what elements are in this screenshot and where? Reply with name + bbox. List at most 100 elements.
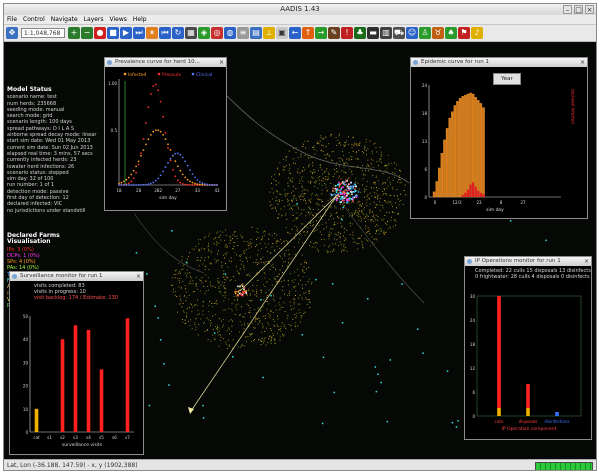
surveillance-panel-titlebar[interactable]: Surveillance monitor for run 1 × — [10, 272, 143, 281]
epidemic-panel[interactable]: Epidemic curve for run 1 × Year 24 18 13 6 0… — [410, 57, 588, 219]
declared-farm-label: DCPs: — [7, 252, 24, 259]
globe-icon[interactable]: ◍ — [224, 27, 236, 39]
farm-dot — [256, 295, 258, 297]
farm-dot — [296, 199, 297, 201]
farm-dot — [315, 242, 317, 243]
menu-file[interactable]: File — [7, 15, 17, 24]
zoom-out-icon[interactable]: − — [81, 27, 93, 39]
tree-icon[interactable]: ♣ — [354, 27, 366, 39]
minimize-button[interactable]: – — [563, 5, 572, 14]
prevalence-panel-titlebar[interactable]: Prevalence curve for herd 10... × — [105, 58, 226, 67]
farm-dot — [393, 195, 395, 197]
rewind-icon[interactable]: ⏮ — [159, 27, 171, 39]
ruler-icon[interactable]: ⟂ — [263, 27, 275, 39]
farm-dot — [188, 306, 190, 308]
forward-icon[interactable]: → — [315, 27, 327, 39]
farm-dot — [179, 278, 181, 279]
epidemic-year-button[interactable]: Year — [493, 73, 521, 85]
target-icon[interactable]: ◎ — [211, 27, 223, 39]
play-icon[interactable]: ▶ — [120, 27, 132, 39]
zoom-input[interactable]: 1:1,048,768 — [21, 28, 65, 38]
person-icon[interactable]: ☺ — [406, 27, 418, 39]
x-tick-label: 18 — [116, 188, 122, 193]
leaf-icon[interactable]: ♠ — [445, 27, 457, 39]
infected-farm-dot — [332, 187, 334, 189]
refresh-icon[interactable]: ↻ — [172, 27, 184, 39]
map-icon[interactable]: ◈ — [198, 27, 210, 39]
farm-dot — [302, 170, 304, 172]
menu-navigate[interactable]: Navigate — [51, 15, 78, 24]
farm-dot — [196, 259, 198, 261]
tools-icon[interactable]: ✎ — [328, 27, 340, 39]
pause-icon[interactable]: ⏸ — [146, 27, 158, 39]
farm-dot — [204, 257, 206, 259]
curve-point — [162, 170, 164, 173]
farm-dot — [379, 201, 380, 203]
farm-dot — [233, 242, 235, 244]
zoom-in-icon[interactable]: + — [68, 27, 80, 39]
layers-icon[interactable]: ≡ — [237, 27, 249, 39]
record-icon[interactable]: ● — [94, 27, 106, 39]
grid-icon[interactable]: ▦ — [185, 27, 197, 39]
farm-dot — [350, 156, 352, 157]
farm-dot — [362, 212, 364, 214]
ip-operations-panel[interactable]: IP Operations monitor for run 1 × Comple… — [464, 256, 592, 440]
close-icon[interactable]: × — [136, 272, 141, 281]
farm-dot — [194, 304, 196, 305]
maximize-button[interactable]: □ — [574, 5, 583, 14]
farm-dot — [223, 292, 225, 293]
close-icon[interactable]: × — [580, 58, 585, 67]
menu-control[interactable]: Control — [23, 15, 45, 24]
farm-dot — [304, 198, 305, 200]
epidemic-bar — [477, 100, 480, 198]
menu-layers[interactable]: Layers — [84, 15, 104, 24]
y-tick-label: 0.5 — [111, 128, 118, 133]
menu-help[interactable]: Help — [133, 15, 147, 24]
close-icon[interactable]: × — [219, 58, 224, 67]
farm-dot — [297, 303, 299, 305]
back-icon[interactable]: ← — [289, 27, 301, 39]
farm-dot — [369, 140, 371, 142]
step-icon[interactable]: ⏭ — [133, 27, 145, 39]
calendar-icon[interactable]: ▥ — [380, 27, 392, 39]
vehicle-icon[interactable]: ▬ — [367, 27, 379, 39]
farm-dot — [274, 206, 276, 208]
up-icon[interactable]: ↑ — [302, 27, 314, 39]
farm-dot — [206, 330, 208, 332]
close-icon[interactable]: × — [584, 257, 589, 266]
select-tool-icon[interactable]: ✥ — [6, 27, 18, 39]
farm-dot — [326, 252, 328, 253]
curve-point — [159, 130, 162, 133]
farm-dot — [228, 327, 230, 329]
curve-point — [174, 175, 177, 178]
prevalence-panel[interactable]: Prevalence curve for herd 10... × Infect… — [104, 57, 227, 211]
epidemic-panel-titlebar[interactable]: Epidemic curve for run 1 × — [411, 58, 587, 67]
surveillance-panel[interactable]: Surveillance monitor for run 1 × visits … — [9, 271, 144, 455]
alert-icon[interactable]: ! — [341, 27, 353, 39]
walk-icon[interactable]: ♙ — [419, 27, 431, 39]
flag-icon[interactable]: ⚑ — [458, 27, 470, 39]
cattle-icon[interactable]: ♉ — [432, 27, 444, 39]
curve-point — [196, 183, 199, 185]
ip-operations-panel-titlebar[interactable]: IP Operations monitor for run 1 × — [465, 257, 591, 266]
farm-dot — [228, 345, 230, 347]
farm-dot — [331, 151, 333, 153]
truck-icon[interactable]: ⛟ — [393, 27, 405, 39]
farm-dot — [376, 239, 378, 241]
farm-dot — [343, 162, 344, 164]
farm-dot — [337, 171, 339, 173]
stop-icon[interactable]: ■ — [107, 27, 119, 39]
farm-dot — [251, 340, 253, 342]
y-tick-label: 30 — [470, 294, 476, 299]
close-button[interactable]: × — [585, 5, 594, 14]
chart-icon[interactable]: ▤ — [250, 27, 262, 39]
farm-dot — [278, 240, 280, 242]
menu-views[interactable]: Views — [110, 15, 127, 24]
map-canvas[interactable]: Model Status scenario name: test num herd… — [4, 43, 596, 461]
farm-dot — [290, 206, 292, 208]
farm-dot — [285, 156, 287, 158]
bell-icon[interactable]: ♪ — [471, 27, 483, 39]
farm-dot — [311, 192, 313, 194]
report-icon[interactable]: ▣ — [276, 27, 288, 39]
farm-dot — [356, 190, 358, 191]
